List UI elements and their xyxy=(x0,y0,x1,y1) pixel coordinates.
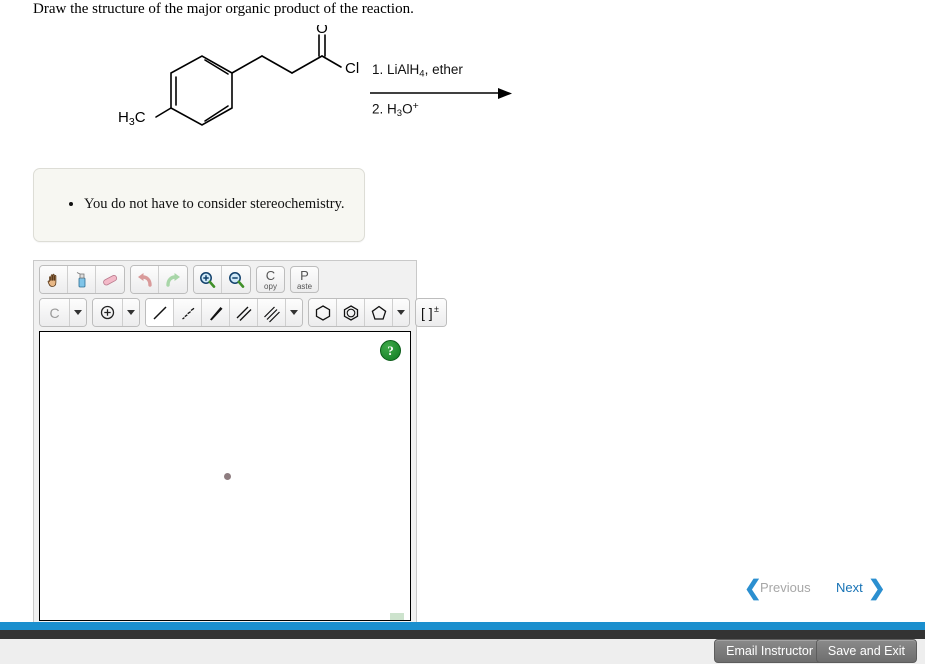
chevron-down-icon xyxy=(127,310,135,315)
sketcher-toolbar-row-2: C [] ± xyxy=(39,298,452,327)
svg-text:±: ± xyxy=(434,304,439,314)
eraser-tool[interactable] xyxy=(96,266,124,293)
double-bond-tool[interactable] xyxy=(230,299,258,326)
eraser-icon xyxy=(103,274,118,285)
note-text: You do not have to consider stereochemis… xyxy=(84,196,345,212)
benzene-ring-icon xyxy=(343,304,358,321)
single-bond-icon xyxy=(152,305,167,320)
canvas-resize-handle[interactable] xyxy=(390,613,404,620)
list-item: You do not have to consider stereochemis… xyxy=(69,196,364,213)
divider-bar xyxy=(0,630,925,639)
pan-hand-tool[interactable] xyxy=(40,266,68,293)
reagent-step-1: 1. LiAlH4, ether xyxy=(372,62,463,80)
help-button[interactable]: ? xyxy=(380,340,401,361)
triple-bond-tool[interactable] xyxy=(258,299,286,326)
element-selector-dropdown[interactable] xyxy=(70,299,86,326)
previous-button[interactable]: Previous xyxy=(760,580,811,595)
zoom-out-button[interactable] xyxy=(222,266,250,293)
element-selector-label: C xyxy=(49,304,60,321)
magnifier-plus-icon xyxy=(200,271,216,288)
bracket-charge-tool[interactable]: [ ] ± xyxy=(416,299,446,326)
element-selector-group: C xyxy=(39,298,87,327)
benzene-ring-tool[interactable] xyxy=(337,299,365,326)
double-bond-icon xyxy=(236,306,251,321)
footer-bar: Email Instructor Save and Exit xyxy=(0,639,925,664)
single-bond-tool[interactable] xyxy=(146,299,174,326)
drawing-canvas[interactable]: ? xyxy=(39,331,411,621)
chevron-right-icon: ❯ xyxy=(868,577,886,600)
email-instructor-button[interactable]: Email Instructor xyxy=(714,639,825,663)
edit-tool-group xyxy=(39,265,125,294)
copy-button[interactable]: C opy xyxy=(256,266,285,293)
history-group xyxy=(130,265,188,294)
redo-button[interactable] xyxy=(159,266,187,293)
zoom-group xyxy=(193,265,251,294)
chevron-left-icon: ❮ xyxy=(744,577,762,600)
exercise-page: Draw the structure of the major organic … xyxy=(0,0,910,622)
chevron-down-icon xyxy=(74,310,82,315)
undo-button[interactable] xyxy=(131,266,159,293)
methyl-label: H3C xyxy=(118,109,146,128)
hashed-wedge-bond-icon xyxy=(181,307,194,320)
triple-bond-icon xyxy=(263,306,280,322)
reagent-step-2: 2. H3O+ xyxy=(372,100,419,120)
page-title: Draw the structure of the major organic … xyxy=(33,1,414,17)
spray-bottle-icon xyxy=(76,271,85,287)
cyclohexane-ring-tool[interactable] xyxy=(309,299,337,326)
plus-circle-icon xyxy=(100,305,115,320)
pagination-controls: ❮ Previous Next ❯ xyxy=(740,577,886,604)
ring-tool-dropdown[interactable] xyxy=(393,299,409,326)
charge-selector-dropdown[interactable] xyxy=(123,299,139,326)
solid-wedge-bond-icon xyxy=(209,306,222,320)
element-selector[interactable]: C xyxy=(40,299,70,326)
charge-selector-group xyxy=(92,298,140,327)
svg-text:[ ]: [ ] xyxy=(421,305,433,321)
bond-tool-dropdown[interactable] xyxy=(286,299,302,326)
save-and-exit-button[interactable]: Save and Exit xyxy=(815,639,917,663)
reactant-structure: O Cl H3C xyxy=(118,25,359,128)
hexagon-icon xyxy=(315,304,330,321)
ring-tool-group xyxy=(308,298,410,327)
molecule-sketcher: C opy P aste C [] ± ? xyxy=(33,260,447,622)
chevron-down-icon xyxy=(290,310,298,315)
magnifier-minus-icon xyxy=(228,271,244,288)
paste-button-label: aste xyxy=(296,281,313,291)
sketcher-toolbar-row-1: C opy P aste xyxy=(39,265,324,294)
hand-icon xyxy=(47,273,56,287)
atom-placement-dot xyxy=(224,473,231,480)
paste-button[interactable]: P aste xyxy=(290,266,319,293)
pentagon-icon xyxy=(371,305,386,320)
next-button[interactable]: Next xyxy=(836,580,863,595)
bond-tool-group xyxy=(145,298,303,327)
redo-arrow-icon xyxy=(166,272,180,287)
reagent-conditions: 1. LiAlH4, ether 2. H3O+ xyxy=(368,62,518,124)
charge-selector[interactable] xyxy=(93,299,123,326)
hash-wedge-bond-tool[interactable] xyxy=(174,299,202,326)
chevron-down-icon xyxy=(397,310,405,315)
wedge-bond-tool[interactable] xyxy=(202,299,230,326)
chlorine-label: Cl xyxy=(345,60,359,77)
accent-bar xyxy=(0,622,925,630)
undo-arrow-icon xyxy=(137,272,152,287)
bracket-tool-group: [ ] ± xyxy=(415,298,447,327)
cyclopentane-ring-tool[interactable] xyxy=(365,299,393,326)
reaction-arrow-right xyxy=(370,88,512,99)
oxygen-label: O xyxy=(316,25,328,37)
eraser-spray-tool[interactable] xyxy=(68,266,96,293)
copy-button-label: opy xyxy=(264,281,277,291)
bracket-charge-icon: [ ] ± xyxy=(421,304,439,321)
paste-button-initial: P xyxy=(300,267,309,283)
bullet-icon xyxy=(69,202,73,206)
zoom-in-button[interactable] xyxy=(194,266,222,293)
copy-button-initial: C xyxy=(265,267,276,283)
instruction-note-box: You do not have to consider stereochemis… xyxy=(33,168,365,242)
